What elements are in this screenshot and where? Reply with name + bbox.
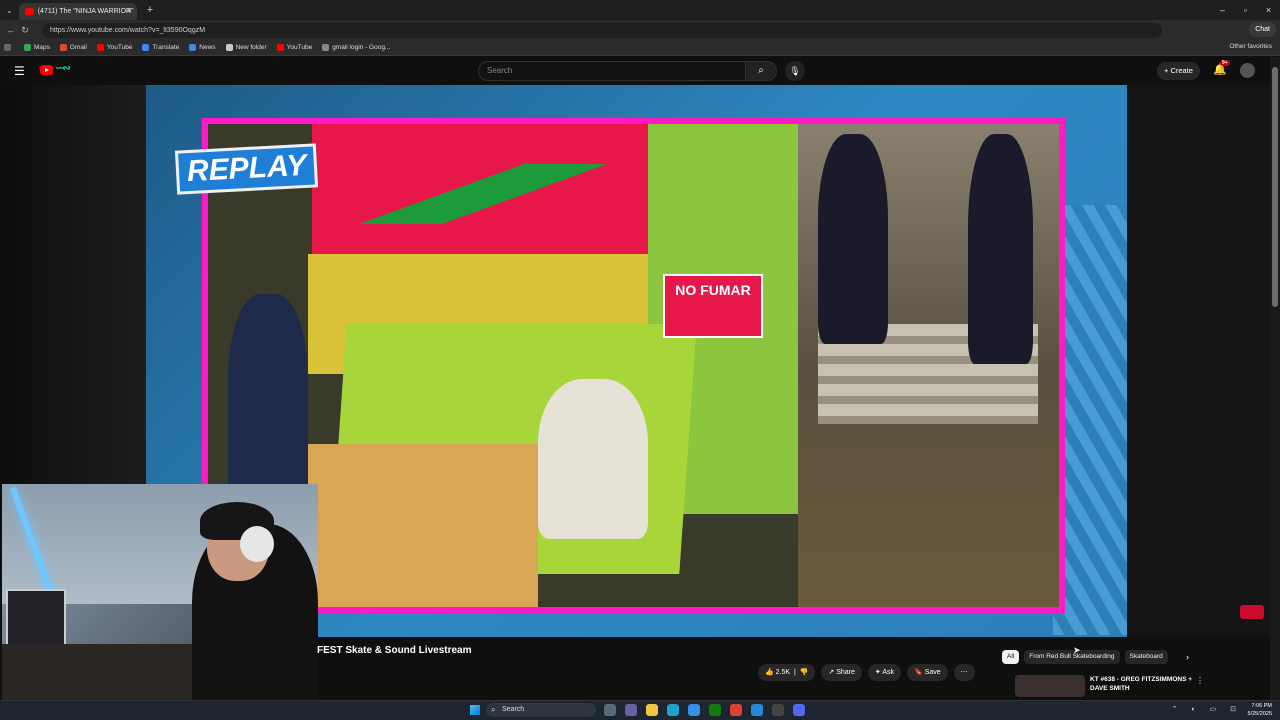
browser-tab-bar: ⌄ (4711) The "NINJA WARRIOR" × + – ▫ × [0,0,1280,20]
headphones [240,526,274,562]
bookmark-item[interactable]: YouTube [96,44,132,51]
person-figure [538,379,648,539]
url-field[interactable]: https://www.youtube.com/watch?v=_lt3590O… [42,22,1162,38]
taskbar-clock[interactable]: 7:06 PM 5/25/2025 [1248,702,1272,718]
like-count: 2.5K [775,669,791,676]
store-icon[interactable] [688,704,700,716]
refresh-icon[interactable]: ↻ [18,25,32,36]
bookmark-folder[interactable]: New folder [225,44,267,51]
notifications-bell-icon[interactable]: 🔔 9+ [1213,60,1230,76]
webcam-overlay [2,484,318,720]
page-scrollbar[interactable] [1270,57,1280,700]
video-actions: 👍 2.5K | 👎 ↗ Share ✦ Ask 🔖 Save ⋯ [758,664,975,681]
youtube-logo-icon[interactable] [40,65,53,75]
apps-icon[interactable] [4,44,14,51]
bookmarks-bar: Maps Gmail YouTube Translate News New fo… [0,40,1280,56]
search-icon[interactable]: ⌕ [745,61,777,81]
like-button[interactable]: 👍 2.5K | 👎 [758,664,816,681]
save-label: Save [924,669,941,676]
avatar[interactable] [1240,63,1255,78]
task-view-icon[interactable] [604,704,616,716]
windows-taskbar: Search ⌃ ◐ ▭ ⊡ 7:06 PM 5/25/2025 [0,700,1280,720]
new-tab-icon[interactable]: + [147,4,153,16]
player-side-right [1127,85,1270,637]
windows-start-icon[interactable] [470,705,480,715]
youtube-doodle-logo[interactable]: ∽∾ [55,63,71,74]
chrome-icon[interactable] [730,704,742,716]
dislike-icon[interactable]: 👎 [800,669,809,676]
tab-list-icon[interactable]: ⌄ [6,6,13,15]
close-tab-icon[interactable]: × [127,6,132,15]
search-input[interactable]: Search [478,61,746,81]
clock-date: 5/25/2025 [1247,711,1272,717]
browser-tab-active[interactable]: (4711) The "NINJA WARRIOR" × [18,3,137,20]
hamburger-menu-icon[interactable]: ☰ [14,64,25,78]
person-figure [818,134,888,344]
back-icon[interactable]: ← [4,25,18,35]
microphone-icon[interactable]: 🎙 [785,61,805,81]
no-smoking-sign: NO FUMAR [663,274,763,338]
create-button[interactable]: + Create [1157,62,1200,80]
replay-frame: NO FUMAR [202,118,1065,613]
ask-button[interactable]: ✦ Ask [867,664,902,681]
bookmark-item[interactable]: gmail login - Goog... [322,44,390,51]
file-explorer-icon[interactable] [646,704,658,716]
bookmark-item[interactable]: Translate [142,44,179,51]
chat-button[interactable]: Chat [1249,22,1276,37]
xbox-icon[interactable] [709,704,721,716]
app-icon[interactable] [772,704,784,716]
chip-all[interactable]: All [1002,650,1020,664]
scrollbar-thumb[interactable] [1272,67,1278,307]
more-actions-icon[interactable]: ⋯ [953,664,975,681]
chevron-right-icon[interactable]: › [1186,652,1189,662]
share-button[interactable]: ↗ Share [821,664,862,681]
bookmark-item[interactable]: News [189,44,216,51]
more-options-icon[interactable]: ⋮ [1196,676,1204,685]
recommended-thumbnail[interactable] [1015,675,1085,697]
red-bull-logo-icon [1240,605,1264,619]
system-tray[interactable]: ⌃ ◐ ▭ ⊡ [1172,705,1242,713]
chip-red-bull[interactable]: From Red Bull Skateboarding [1024,650,1120,664]
youtube-favicon-icon [24,8,34,15]
share-label: Share [836,669,855,676]
address-bar-row: ← ↻ https://www.youtube.com/watch?v=_lt3… [0,20,1280,40]
app-icon[interactable] [751,704,763,716]
youtube-header: ☰ ∽∾ Search ⌕ 🎙 + Create 🔔 9+ [0,57,1270,85]
person-figure [228,294,308,504]
bookmark-item[interactable]: YouTube [276,44,312,51]
app-icon[interactable] [793,704,805,716]
notification-count-badge: 9+ [1220,60,1230,66]
teams-icon[interactable] [625,704,637,716]
tab-title: (4711) The "NINJA WARRIOR" [37,8,134,15]
filter-chips: All From Red Bull Skateboarding Skateboa… [1002,650,1168,664]
mouse-cursor-icon: ➤ [1073,645,1081,655]
bookmark-item[interactable]: Gmail [59,44,87,51]
taskbar-apps [604,704,805,716]
window-controls: – ▫ × [1211,0,1280,20]
chevron-graphic [358,164,608,224]
video-title: FEST Skate & Sound Livestream [317,645,472,656]
chip-skateboard[interactable]: Skateboard [1124,650,1168,664]
bookmark-item[interactable]: Maps [24,44,50,51]
edge-icon[interactable] [667,704,679,716]
clock-time: 7:06 PM [1251,703,1272,709]
taskbar-search[interactable]: Search [486,703,596,717]
minimize-icon[interactable]: – [1211,0,1234,20]
create-label: Create [1170,66,1193,75]
maximize-icon[interactable]: ▫ [1234,0,1257,20]
replay-overlay: REPLAY [174,143,319,195]
close-window-icon[interactable]: × [1257,0,1280,20]
other-favorites-folder[interactable]: Other favorites [1229,43,1272,50]
recommended-title[interactable]: KT #638 - GREG FITZSIMMONS + DAVE SMITH [1090,675,1200,693]
person-figure [968,134,1033,364]
ask-label: Ask [882,669,895,676]
save-button[interactable]: 🔖 Save [907,664,948,681]
